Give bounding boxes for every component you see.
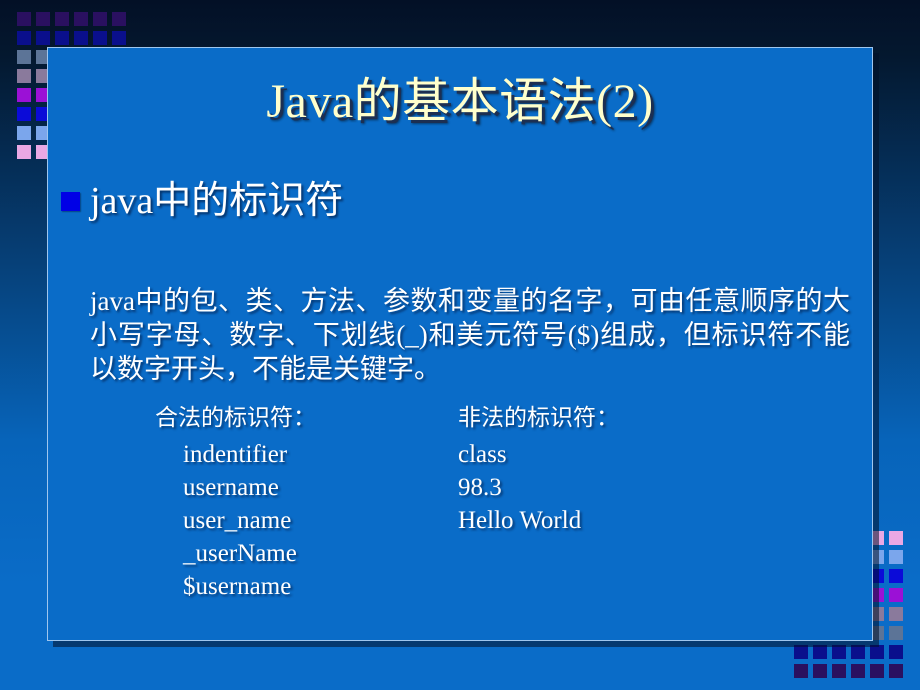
bullet-item-label: java中的标识符 bbox=[90, 180, 344, 222]
decoration-square bbox=[17, 69, 31, 83]
decoration-square bbox=[832, 664, 846, 678]
body-paragraph: java中的包、类、方法、参数和变量的名字，可由任意顺序的大小写字母、数字、下划… bbox=[90, 286, 850, 385]
list-item: user_name bbox=[183, 507, 292, 534]
list-item: username bbox=[183, 474, 279, 501]
decoration-square bbox=[889, 550, 903, 564]
decoration-square bbox=[870, 664, 884, 678]
list-item: indentifier bbox=[183, 441, 288, 468]
decoration-square bbox=[889, 569, 903, 583]
list-item: 98.3 bbox=[458, 474, 502, 501]
decoration-grid-top-left bbox=[17, 12, 126, 45]
slide-title: Java的基本语法(2) bbox=[266, 75, 654, 128]
decoration-grid-bottom-right bbox=[794, 645, 903, 678]
decoration-grid-left bbox=[17, 50, 50, 159]
decoration-square bbox=[889, 531, 903, 545]
decoration-square bbox=[889, 645, 903, 659]
decoration-square bbox=[74, 31, 88, 45]
decoration-square bbox=[36, 31, 50, 45]
legal-identifiers-list: indentifier username user_name _userName $us… bbox=[128, 438, 458, 603]
decoration-square bbox=[17, 12, 31, 26]
decoration-square bbox=[112, 31, 126, 45]
decoration-square bbox=[17, 31, 31, 45]
decoration-grid-right bbox=[870, 531, 903, 640]
legal-identifiers-column: 合法的标识符： indentifier username user_name _use… bbox=[128, 406, 458, 603]
decoration-square bbox=[851, 645, 865, 659]
decoration-square bbox=[17, 145, 31, 159]
decoration-square bbox=[813, 645, 827, 659]
decoration-square bbox=[889, 664, 903, 678]
decoration-square bbox=[36, 12, 50, 26]
decoration-square bbox=[17, 126, 31, 140]
decoration-square bbox=[832, 645, 846, 659]
list-item: _userName bbox=[183, 540, 297, 567]
decoration-square bbox=[112, 12, 126, 26]
decoration-square bbox=[889, 588, 903, 602]
illegal-identifiers-heading: 非法的标识符： bbox=[458, 405, 619, 430]
legal-identifiers-heading: 合法的标识符： bbox=[155, 405, 316, 430]
decoration-square bbox=[813, 664, 827, 678]
decoration-square bbox=[17, 50, 31, 64]
decoration-square bbox=[93, 31, 107, 45]
decoration-square bbox=[17, 88, 31, 102]
examples-section: 合法的标识符： indentifier username user_name _use… bbox=[128, 406, 828, 603]
decoration-square bbox=[55, 31, 69, 45]
illegal-identifiers-list: class 98.3 Hello World bbox=[458, 438, 788, 537]
decoration-square bbox=[794, 645, 808, 659]
illegal-identifiers-column: 非法的标识符： class 98.3 Hello World bbox=[458, 406, 788, 603]
decoration-square bbox=[851, 664, 865, 678]
list-item: Hello World bbox=[458, 507, 582, 534]
decoration-square bbox=[889, 626, 903, 640]
decoration-square bbox=[55, 12, 69, 26]
list-item: $username bbox=[183, 573, 292, 600]
decoration-square bbox=[794, 664, 808, 678]
bullet-item-identifiers: java中的标识符 bbox=[61, 182, 343, 220]
slide-content-frame: Java的基本语法(2) java中的标识符 java中的包、类、方法、参数和变… bbox=[47, 47, 873, 641]
decoration-square bbox=[889, 607, 903, 621]
list-item: class bbox=[458, 441, 507, 468]
decoration-square bbox=[17, 107, 31, 121]
decoration-square bbox=[93, 12, 107, 26]
decoration-square bbox=[74, 12, 88, 26]
bullet-square-icon bbox=[61, 191, 80, 211]
decoration-square bbox=[870, 645, 884, 659]
presentation-slide: Java的基本语法(2) java中的标识符 java中的包、类、方法、参数和变… bbox=[0, 0, 920, 690]
